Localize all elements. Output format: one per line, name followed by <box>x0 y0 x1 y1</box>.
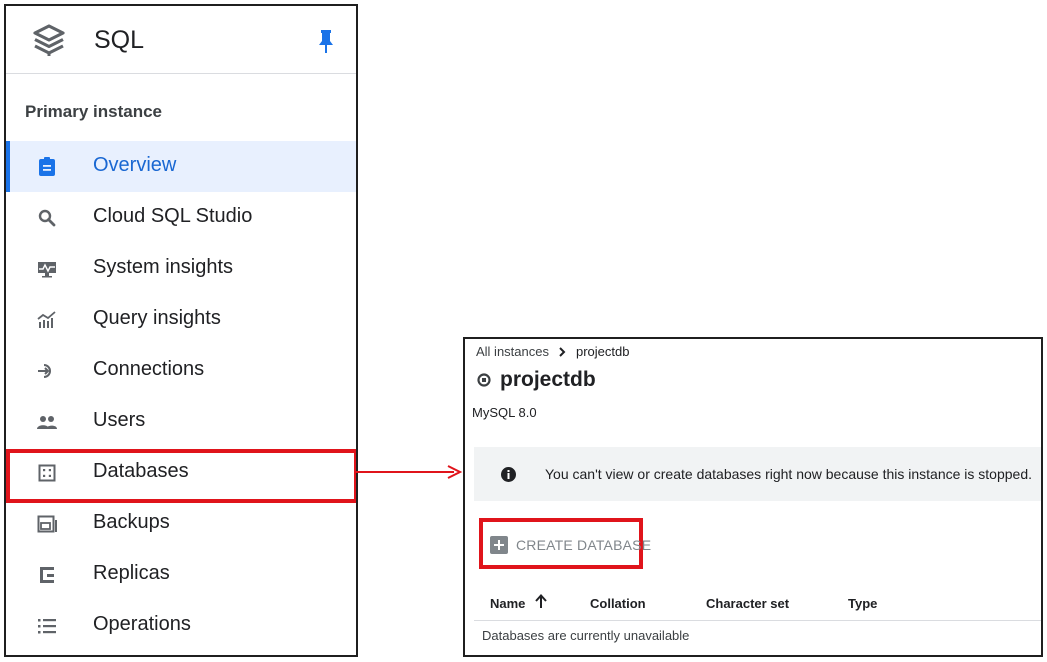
users-icon <box>36 411 58 433</box>
sql-navigation-panel: SQL Primary instance Overview Cloud SQL … <box>4 4 358 657</box>
nav-item-label: Databases <box>93 460 189 482</box>
info-icon <box>501 467 516 482</box>
column-header-collation[interactable]: Collation <box>590 596 646 611</box>
instance-title: projectdb <box>477 368 596 392</box>
section-label-primary-instance: Primary instance <box>25 102 163 121</box>
nav-item-backups[interactable]: Backups <box>6 498 356 549</box>
arrow-icon <box>356 465 463 479</box>
nav-item-connections[interactable]: Connections <box>6 345 356 396</box>
nav-item-cloud-sql-studio[interactable]: Cloud SQL Studio <box>6 192 356 243</box>
pin-icon[interactable] <box>319 30 333 54</box>
column-header-character-set[interactable]: Character set <box>706 596 789 611</box>
overview-icon <box>36 156 58 178</box>
instance-name: projectdb <box>500 368 596 391</box>
monitor-icon <box>36 258 58 280</box>
chart-icon <box>36 309 58 331</box>
nav-item-overview[interactable]: Overview <box>6 141 356 192</box>
nav-item-label: Query insights <box>93 307 221 329</box>
nav-item-label: Connections <box>93 358 205 380</box>
create-database-label: CREATE DATABASE <box>516 537 652 553</box>
replica-icon <box>36 564 58 586</box>
nav-item-label: Cloud SQL Studio <box>93 205 253 227</box>
nav-item-replicas[interactable]: Replicas <box>6 549 356 600</box>
table-header: Name Collation Character set Type <box>474 583 1041 621</box>
product-title: SQL <box>94 26 145 54</box>
nav-header: SQL <box>6 6 356 74</box>
nav-item-system-insights[interactable]: System insights <box>6 243 356 294</box>
nav-item-label: System insights <box>93 256 234 278</box>
empty-table-message: Databases are currently unavailable <box>482 628 690 643</box>
instance-detail-panel: All instances projectdb projectdb MySQL … <box>463 337 1043 657</box>
arrow-up-icon[interactable] <box>535 594 547 609</box>
nav-item-label: Overview <box>93 154 177 176</box>
banner-message: You can't view or create databases right… <box>545 466 1033 482</box>
chevron-right-icon <box>559 346 566 357</box>
cloud-sql-logo-icon <box>33 24 65 56</box>
nav-item-query-insights[interactable]: Query insights <box>6 294 356 345</box>
database-icon <box>36 462 58 484</box>
nav-item-label: Operations <box>93 613 191 635</box>
add-icon <box>490 536 508 554</box>
list-icon <box>36 615 58 637</box>
nav-item-databases[interactable]: Databases <box>6 447 356 498</box>
stopped-status-icon <box>477 373 491 387</box>
info-banner: You can't view or create databases right… <box>474 447 1041 501</box>
search-icon <box>36 207 58 229</box>
connection-icon <box>36 360 58 382</box>
column-header-type[interactable]: Type <box>848 596 877 611</box>
nav-item-label: Replicas <box>93 562 170 584</box>
breadcrumb-current: projectdb <box>575 344 630 359</box>
column-header-name[interactable]: Name <box>490 596 525 611</box>
database-version: MySQL 8.0 <box>472 405 537 420</box>
nav-item-operations[interactable]: Operations <box>6 600 356 651</box>
nav-item-users[interactable]: Users <box>6 396 356 447</box>
nav-item-label: Users <box>93 409 146 431</box>
breadcrumb: All instances projectdb <box>476 344 629 359</box>
create-database-button[interactable]: CREATE DATABASE <box>479 518 651 569</box>
breadcrumb-all-instances-link[interactable]: All instances <box>476 344 549 359</box>
nav-item-label: Backups <box>93 511 170 533</box>
backup-icon <box>36 513 58 535</box>
